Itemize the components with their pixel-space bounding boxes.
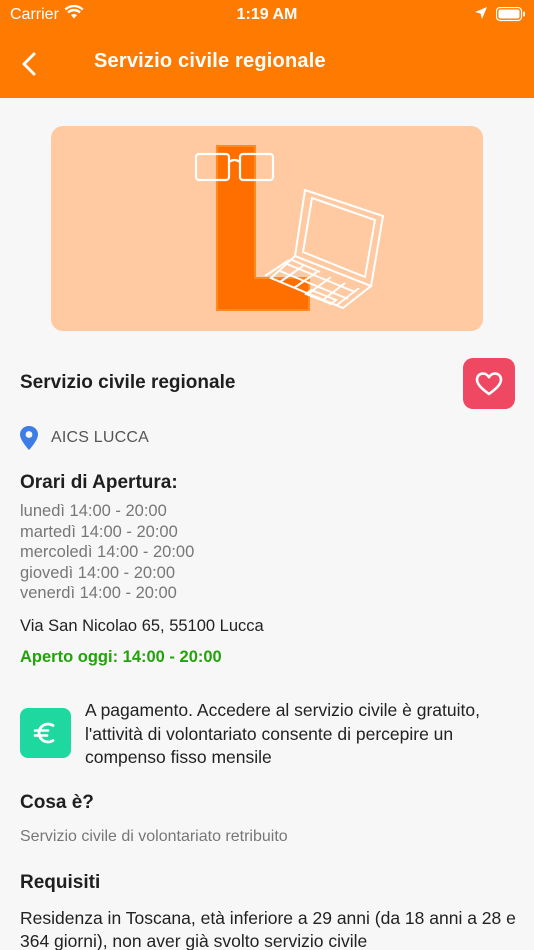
organization-name: AICS LUCCA xyxy=(51,429,150,446)
hours-row: lunedì 14:00 - 20:00 xyxy=(20,502,167,520)
map-pin-icon xyxy=(20,426,38,450)
hero-banner xyxy=(51,126,483,331)
requirements-text: Residenza in Toscana, età inferiore a 29… xyxy=(20,908,516,950)
chevron-left-icon xyxy=(22,52,36,76)
what-is-title: Cosa è? xyxy=(20,792,94,813)
opening-hours-title: Orari di Apertura: xyxy=(20,472,178,493)
clock: 1:19 AM xyxy=(236,6,298,23)
hours-row: giovedì 14:00 - 20:00 xyxy=(20,563,176,582)
requirements-title: Requisiti xyxy=(20,872,101,893)
open-today-status: Aperto oggi: 14:00 - 20:00 xyxy=(20,648,222,666)
euro-icon xyxy=(33,722,54,744)
nav-bar: Servizio civile regionale xyxy=(0,30,534,98)
heart-icon xyxy=(475,371,503,395)
service-title: Servizio civile regionale xyxy=(20,372,236,393)
location-arrow-icon xyxy=(474,6,488,25)
back-button[interactable] xyxy=(16,48,44,80)
address: Via San Nicolao 65, 55100 Lucca xyxy=(20,617,264,635)
opening-hours-list: lunedì 14:00 - 20:00 martedì 14:00 - 20:… xyxy=(20,501,194,604)
hours-row: martedì 14:00 - 20:00 xyxy=(20,522,178,541)
payment-description: A pagamento. Accedere al servizio civile… xyxy=(85,700,480,767)
hours-row: venerdì 14:00 - 20:00 xyxy=(20,584,177,602)
letter-l-laptop-illustration xyxy=(194,145,385,311)
payment-badge xyxy=(20,708,71,758)
what-is-text: Servizio civile di volontariato retribui… xyxy=(20,828,288,845)
status-bar: Carrier 1:19 AM xyxy=(0,0,534,30)
hours-row: mercoledì 14:00 - 20:00 xyxy=(20,543,195,561)
battery-icon xyxy=(495,6,526,27)
favorite-button[interactable] xyxy=(463,358,515,409)
page-title: Servizio civile regionale xyxy=(94,50,326,72)
organization-row[interactable]: AICS LUCCA xyxy=(18,425,149,451)
